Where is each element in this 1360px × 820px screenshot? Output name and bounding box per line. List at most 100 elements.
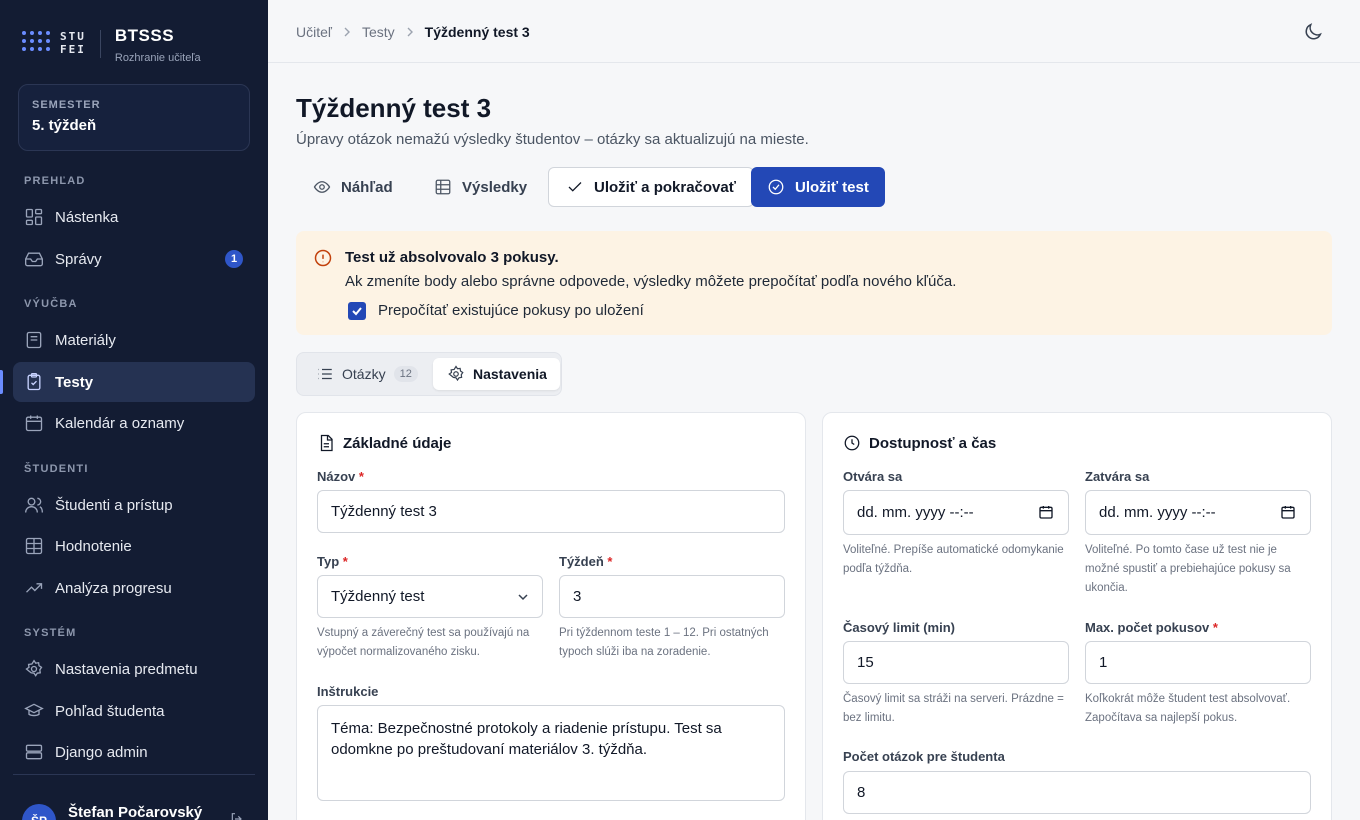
logo-text: STU FEI [60,30,86,56]
semester-value: 5. týždeň [32,117,97,134]
basic-info-card: Základné údaje Názov * Týždenný test 3 T… [296,412,806,820]
type-help: Vstupný a záverečný test sa používajú na… [317,627,530,658]
users-icon [25,497,43,513]
user-name: Štefan Počarovský [68,804,203,820]
section-students: ŠTUDENTI [24,463,89,475]
gear-icon [448,365,464,382]
eye-icon [313,181,331,193]
tab-questions[interactable]: Otázky 12 [302,358,431,390]
questions-count-badge: 12 [393,366,418,382]
messages-badge: 1 [225,250,243,268]
max-attempts-label-text: Max. počet pokusov [1085,620,1210,635]
active-indicator [0,370,3,394]
sidebar-item-student-view[interactable]: Pohľad študenta [13,691,255,731]
sidebar-item-course-settings[interactable]: Nastavenia predmetu [13,649,255,689]
user-panel[interactable]: ŠP Štefan Počarovský [13,774,255,820]
app-subtitle: Rozhranie učiteľa [114,52,201,64]
avatar: ŠP [22,804,56,820]
table-icon [435,179,451,195]
tab-settings[interactable]: Nastavenia [433,358,560,390]
dashboard-icon [25,208,43,226]
breadcrumb-tests[interactable]: Testy [362,24,395,40]
opens-datetime-input[interactable]: dd. mm. yyyy --:-- [843,490,1069,535]
recalculate-checkbox[interactable] [348,302,366,320]
instructions-label: Inštrukcie [317,684,379,699]
questions-per-student-input[interactable]: 8 [843,771,1311,814]
app-name: BTSSS [114,26,175,45]
sidebar-item-tests[interactable]: Testy [13,362,255,402]
week-label: Týždeň * [559,554,613,569]
sidebar-item-progress[interactable]: Analýza progresu [13,568,255,608]
alert-title: Test už absolvovalo 3 pokusy. [345,249,559,266]
checkmark-icon [352,307,362,316]
max-attempts-input[interactable]: 1 [1085,641,1311,684]
sidebar-item-label: Študenti a prístup [55,496,173,514]
time-limit-input[interactable]: 15 [843,641,1069,684]
moon-icon[interactable] [1302,21,1324,43]
sidebar-item-grading[interactable]: Hodnotenie [13,526,255,566]
name-input[interactable]: Týždenný test 3 [317,490,785,533]
chevron-right-icon [407,27,413,37]
clock-icon [844,435,860,451]
closes-datetime-input[interactable]: dd. mm. yyyy --:-- [1085,490,1311,535]
sidebar-item-dashboard[interactable]: Nástenka [13,197,255,237]
type-select[interactable]: Týždenný test [317,575,543,618]
recalculate-label[interactable]: Prepočítať existujúce pokusy po uložení [378,302,644,319]
preview-label: Náhľad [341,178,393,196]
sidebar-item-label: Kalendár a oznamy [55,414,185,432]
semester-label: SEMESTER [32,99,101,111]
save-continue-button[interactable]: Uložiť a pokračovať [548,167,754,207]
info-icon [314,249,332,267]
calendar-icon [25,415,43,432]
type-label: Typ * [317,554,348,569]
preview-button[interactable]: Náhľad [297,167,409,207]
breadcrumb-teacher[interactable]: Učiteľ [296,24,332,40]
sidebar-item-label: Analýza progresu [55,579,172,597]
basic-info-heading: Základné údaje [317,434,451,452]
save-button[interactable]: Uložiť test [751,167,885,207]
alert-description: Ak zmeníte body alebo správne odpovede, … [345,273,957,290]
closes-help: Voliteľné. Po tomto čase už test nie je … [1085,544,1291,594]
instructions-textarea[interactable]: Téma: Bezpečnostné protokoly a riadenie … [317,705,785,801]
sidebar-item-students-access[interactable]: Študenti a prístup [13,485,255,525]
logo-dots-icon [22,31,50,51]
opens-label: Otvára sa [843,469,903,484]
document-icon [320,434,333,452]
opens-placeholder: dd. mm. yyyy --:-- [857,504,974,521]
tab-settings-label: Nastavenia [473,366,547,382]
breadcrumb: Učiteľ Testy Týždenný test 3 [296,24,530,40]
table-icon [25,537,43,555]
gear-icon [25,659,43,677]
week-help: Pri týždennom teste 1 – 12. Pri ostatnýc… [559,627,769,658]
closes-placeholder: dd. mm. yyyy --:-- [1099,504,1216,521]
calendar-icon [1039,506,1053,519]
clipboard-check-icon [27,373,41,391]
inbox-icon [25,252,43,267]
name-label: Názov * [317,469,364,484]
chevron-right-icon [344,27,350,37]
logout-icon[interactable] [229,811,245,820]
sidebar-item-django-admin[interactable]: Django admin [13,732,255,772]
max-attempts-help: Koľkokrát môže študent test absolvovať. … [1085,693,1291,724]
sidebar-item-label: Nástenka [55,208,119,226]
book-icon [26,331,42,349]
results-button[interactable]: Výsledky [418,167,543,207]
time-limit-label: Časový limit (min) [843,620,955,635]
sidebar-item-materials[interactable]: Materiály [13,320,255,360]
opens-help: Voliteľné. Prepíše automatické odomykani… [843,544,1064,575]
time-limit-help: Časový limit sa stráži na serveri. Prázd… [843,693,1064,724]
server-icon [25,744,43,760]
check-icon [568,182,582,192]
brand[interactable]: STU FEI BTSSS Rozhranie učiteľa [22,26,201,64]
section-system: SYSTÉM [24,627,77,639]
sidebar-item-calendar[interactable]: Kalendár a oznamy [13,403,255,443]
sidebar-item-messages[interactable]: Správy 1 [13,239,255,279]
week-input[interactable]: 3 [559,575,785,618]
sidebar: STU FEI BTSSS Rozhranie učiteľa SEMESTER … [0,0,268,820]
breadcrumb-current: Týždenný test 3 [424,24,530,40]
type-select-value: Týždenný test [331,588,425,605]
save-label: Uložiť test [795,178,869,196]
attempts-alert: Test už absolvovalo 3 pokusy. Ak zmeníte… [296,231,1332,335]
week-label-text: Týždeň [559,554,604,569]
chevron-down-icon [518,594,528,601]
